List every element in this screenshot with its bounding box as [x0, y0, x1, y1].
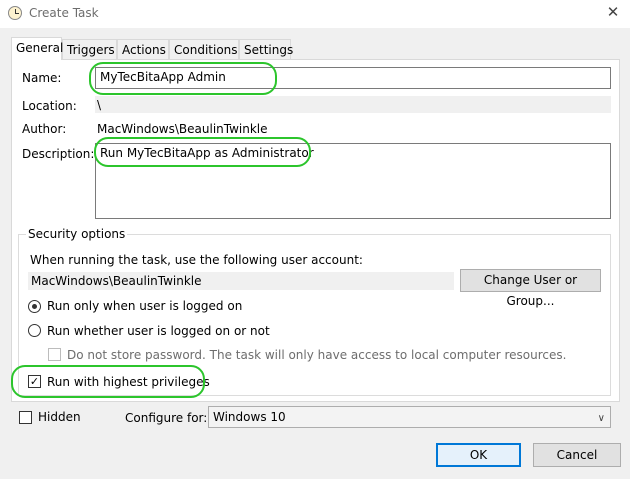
hidden-label: Hidden	[38, 410, 81, 424]
description-highlight-annotation	[94, 137, 311, 167]
tab-general[interactable]: General	[11, 37, 63, 60]
configure-for-select[interactable]: Windows 10 ∨	[208, 406, 611, 428]
window-bottom-edge	[0, 467, 630, 479]
configure-for-value: Windows 10	[213, 410, 286, 424]
task-scheduler-clock-icon	[8, 6, 22, 20]
privileges-highlight-annotation	[11, 365, 205, 398]
change-user-button[interactable]: Change User or Group...	[460, 269, 601, 308]
no-store-password-checkbox[interactable]	[48, 348, 61, 361]
radio-whether-logged-on[interactable]	[28, 324, 41, 337]
ok-button[interactable]: OK	[436, 443, 521, 467]
tab-conditions[interactable]: Conditions	[169, 39, 239, 59]
account-value: MacWindows\BeaulinTwinkle	[28, 272, 454, 290]
name-highlight-annotation	[89, 62, 277, 95]
account-prompt: When running the task, use the following…	[30, 253, 363, 267]
name-label: Name:	[22, 71, 62, 85]
author-label: Author:	[22, 122, 67, 136]
cancel-button[interactable]: Cancel	[533, 443, 621, 467]
security-options-title: Security options	[26, 227, 128, 241]
radio-logged-on-label: Run only when user is logged on	[47, 299, 243, 313]
configure-for-label: Configure for:	[125, 411, 208, 425]
hidden-checkbox[interactable]	[19, 411, 32, 424]
tab-triggers[interactable]: Triggers	[62, 39, 117, 59]
radio-logged-on[interactable]	[28, 300, 41, 313]
description-label: Description:	[22, 147, 95, 161]
radio-whether-label: Run whether user is logged on or not	[47, 324, 270, 338]
window-title: Create Task	[29, 6, 99, 20]
author-value: MacWindows\BeaulinTwinkle	[97, 122, 268, 136]
location-label: Location:	[22, 99, 77, 113]
tab-actions[interactable]: Actions	[117, 39, 169, 59]
location-value: \	[95, 96, 611, 113]
close-icon[interactable]: ✕	[603, 2, 623, 22]
chevron-down-icon: ∨	[597, 413, 605, 424]
tab-settings[interactable]: Settings	[239, 39, 293, 59]
no-store-password-label: Do not store password. The task will onl…	[67, 348, 567, 362]
